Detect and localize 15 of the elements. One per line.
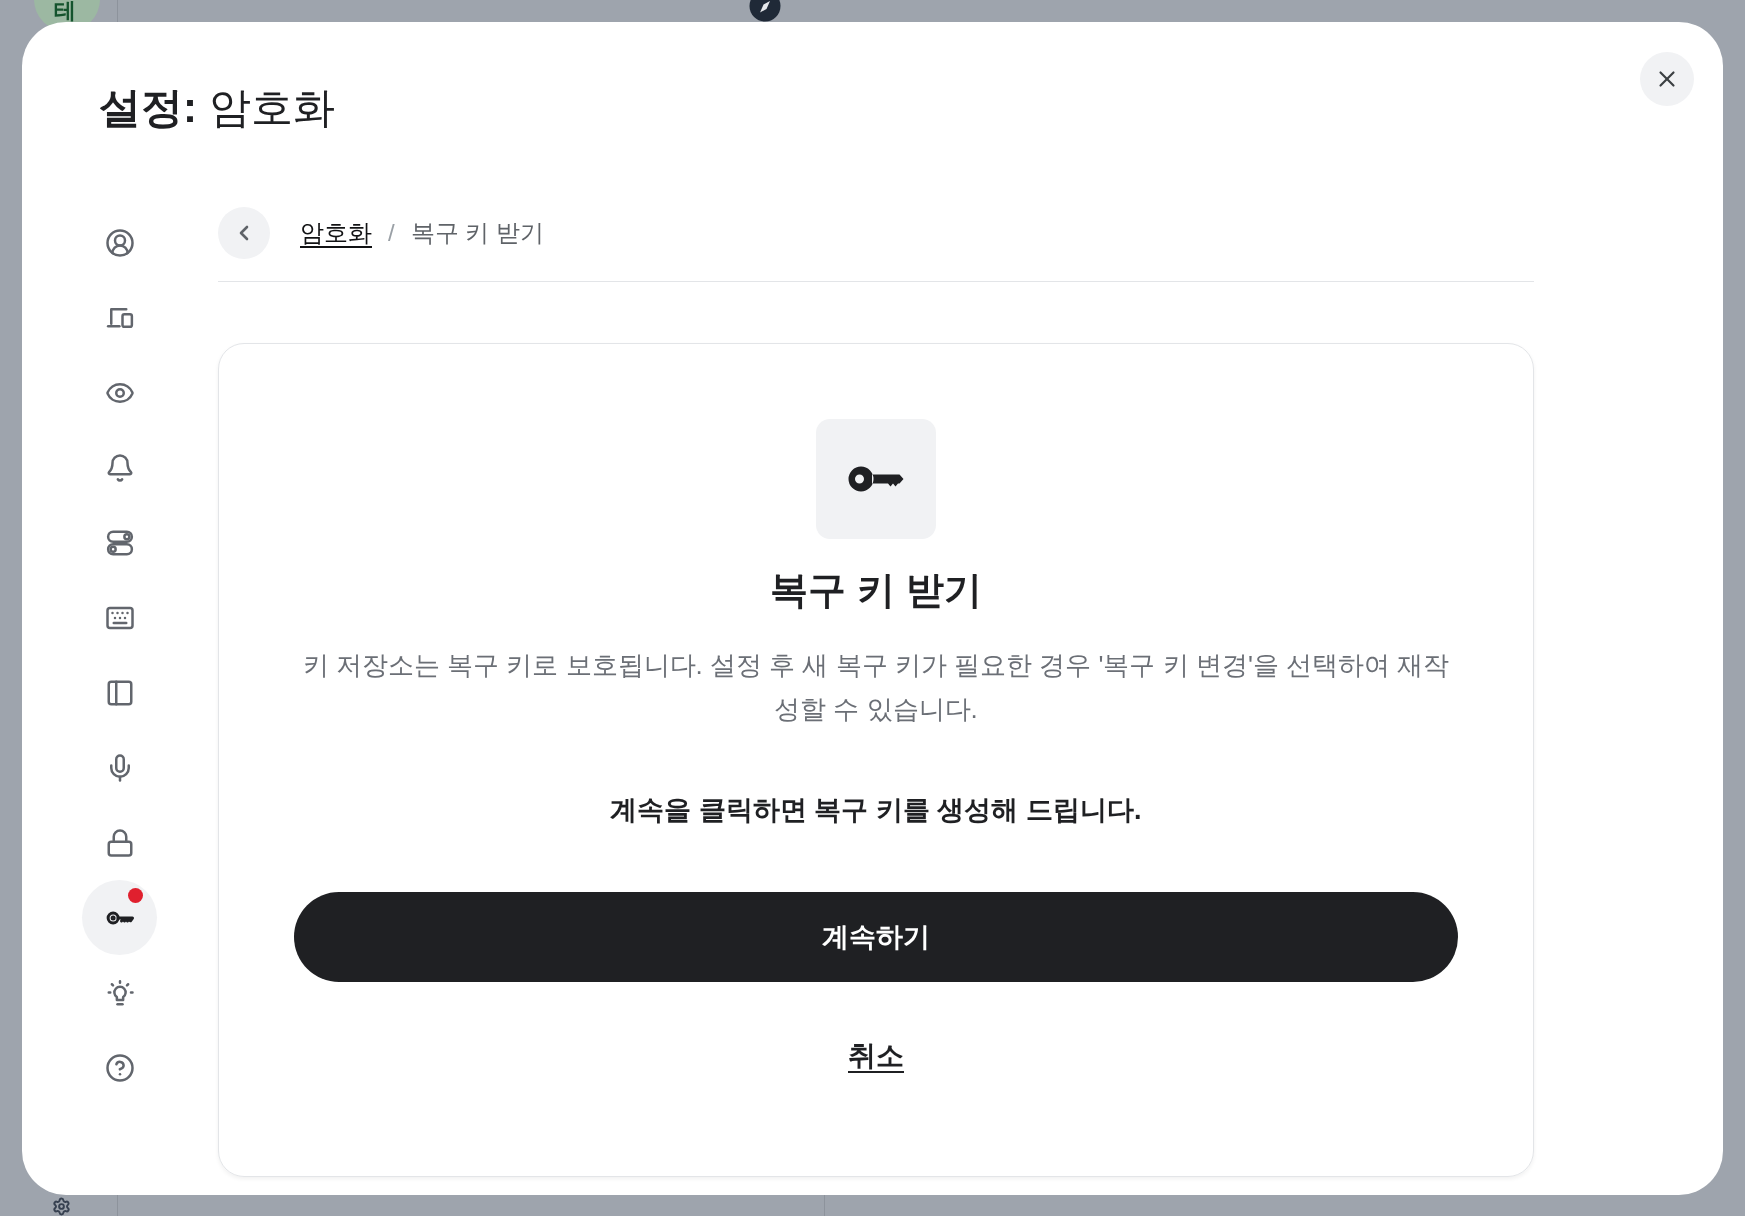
key-tile-icon: [816, 419, 936, 539]
breadcrumb-separator: /: [388, 218, 395, 248]
panel-heading: 복구 키 받기: [770, 568, 982, 612]
panel-description: 키 저장소는 복구 키로 보호됩니다. 설정 후 새 복구 키가 필요한 경우 '복구 키 변경'을 선택하여 재작성할 수 있습니다.: [301, 649, 1451, 726]
cancel-link[interactable]: 취소: [848, 1038, 904, 1074]
user-circle-icon: [104, 227, 135, 258]
breadcrumb-current: 복구 키 받기: [410, 218, 544, 248]
avatar-letter: 테: [54, 0, 76, 22]
compass-icon[interactable]: [749, 0, 781, 22]
breadcrumb-link[interactable]: 암호화: [300, 217, 372, 249]
help-icon: [104, 1052, 135, 1083]
panel-instruction: 계속을 클릭하면 복구 키를 생성해 드립니다.: [610, 794, 1142, 827]
settings-icon[interactable]: [52, 1197, 71, 1216]
continue-button[interactable]: 계속하기: [294, 892, 1458, 982]
dialog-title: 설정: 암호화: [99, 83, 336, 133]
